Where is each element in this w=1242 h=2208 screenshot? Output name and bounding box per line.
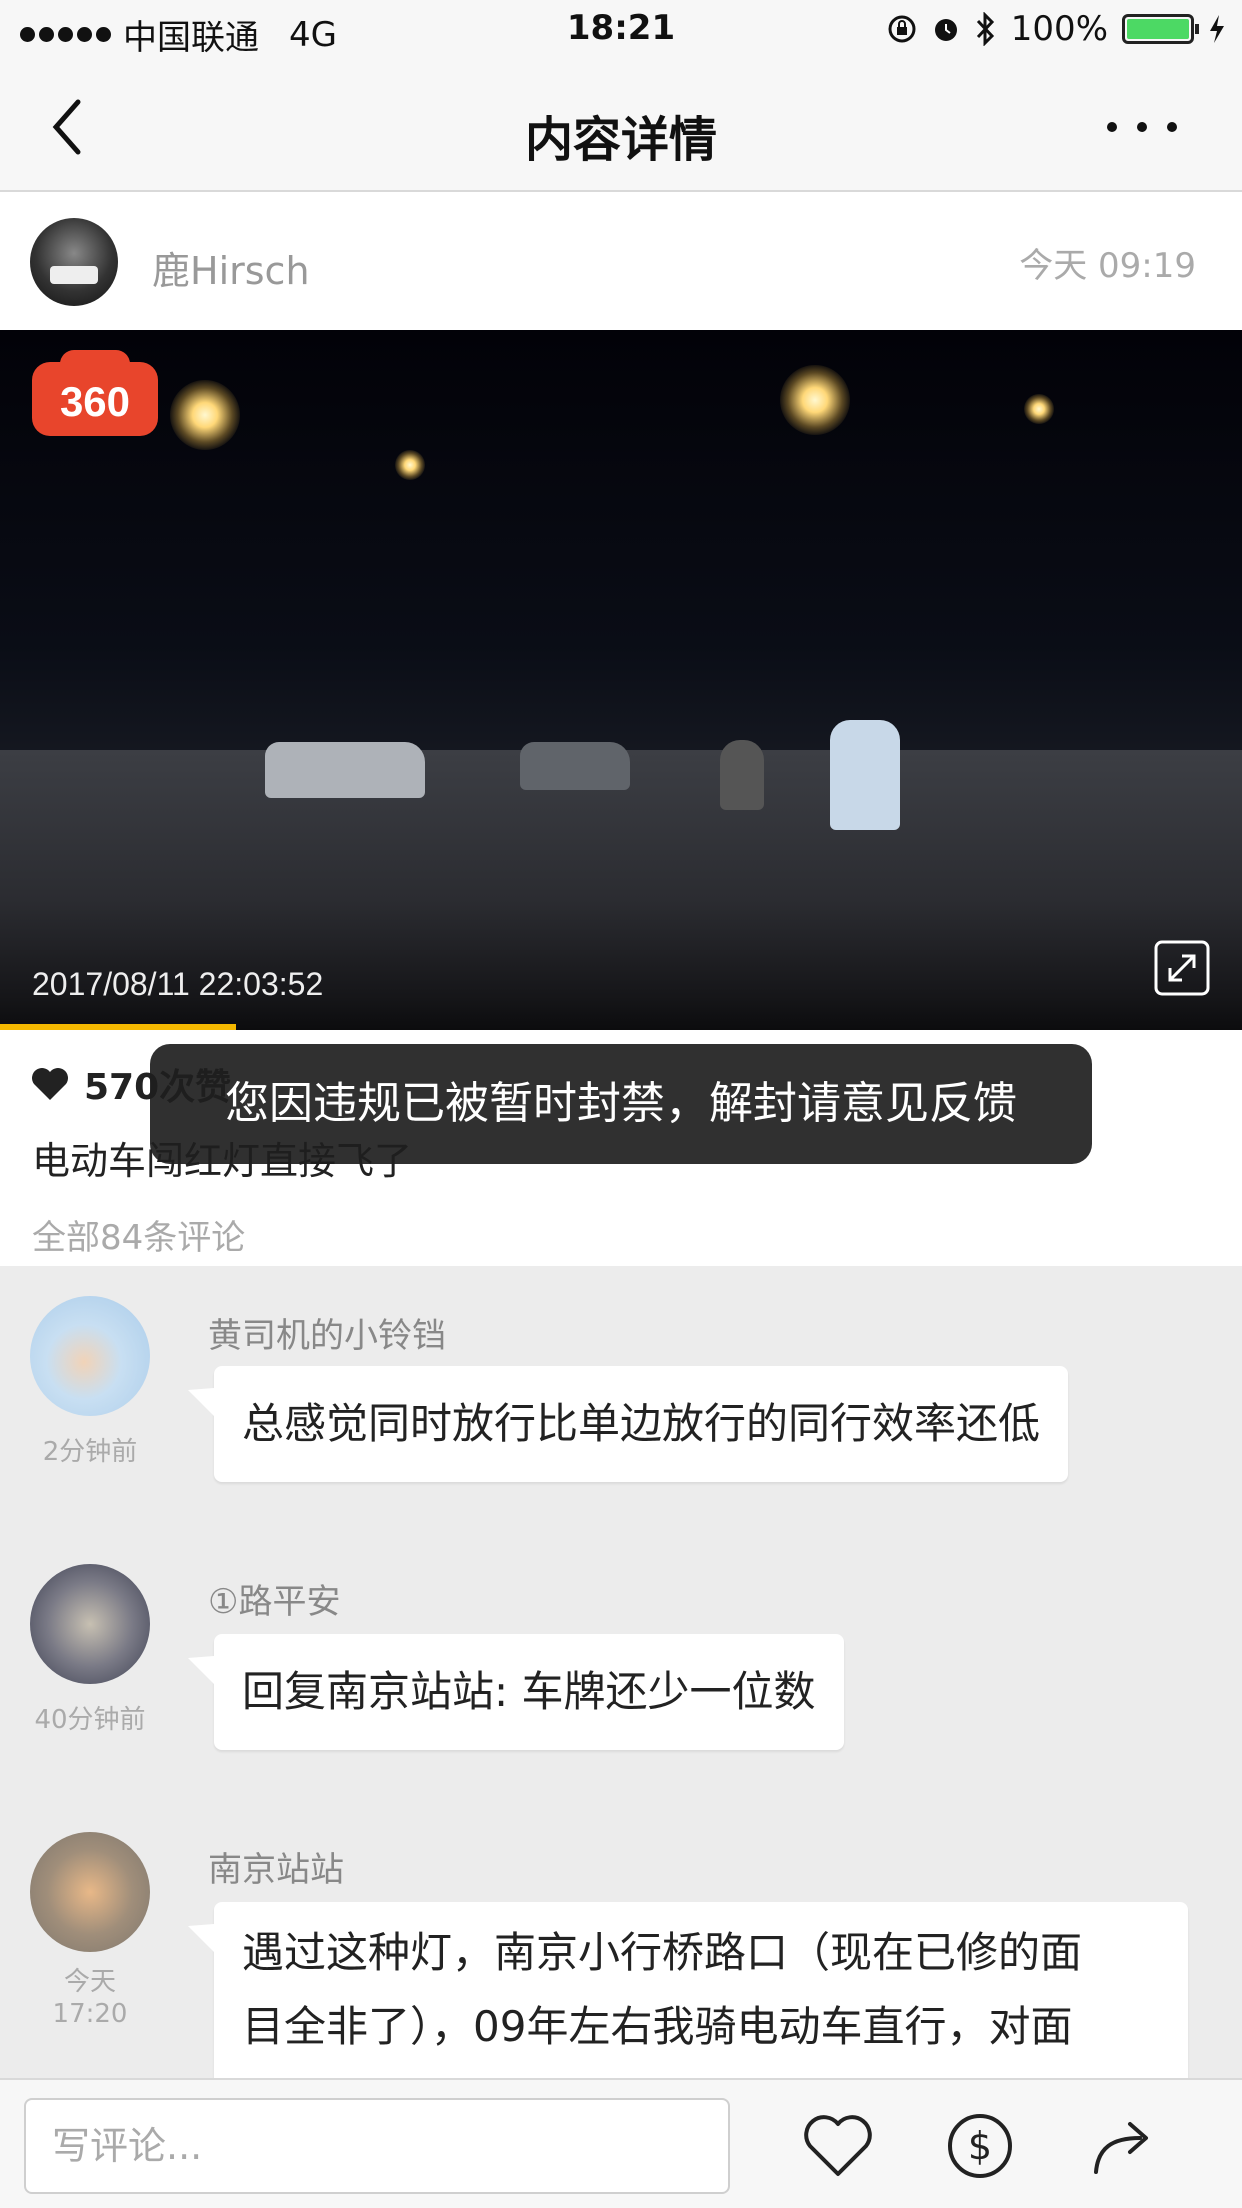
fullscreen-icon[interactable] bbox=[1154, 940, 1210, 996]
street-light bbox=[170, 380, 240, 450]
comment-time: 今天 17:20 bbox=[0, 1966, 180, 2030]
street-light bbox=[780, 365, 850, 435]
comment-text-line: 目全非了），09年左右我骑电动车直行，对面 bbox=[242, 2002, 1073, 2051]
status-bar: 中国联通 4G 18:21 100% bbox=[0, 0, 1242, 62]
dashcam-logo: 360 bbox=[32, 350, 158, 436]
commenter-avatar[interactable] bbox=[30, 1832, 150, 1952]
cyclist bbox=[720, 740, 764, 810]
comment-count: 全部84条评论 bbox=[32, 1218, 246, 1258]
author-row: 鹿Hirsch 今天 09:19 bbox=[0, 192, 1242, 330]
ban-toast: 您因违规已被暂时封禁，解封请意见反馈 bbox=[150, 1044, 1092, 1164]
comment-text[interactable]: 遇过这种灯，南京小行桥路口（现在已修的面 目全非了），09年左右我骑电动车直行，… bbox=[214, 1902, 1188, 2078]
commenter-name[interactable]: ①路平安 bbox=[208, 1574, 340, 1623]
like-heart-icon[interactable] bbox=[798, 2108, 878, 2184]
commenter-avatar[interactable] bbox=[30, 1564, 150, 1684]
charging-icon bbox=[1210, 15, 1224, 43]
share-icon[interactable] bbox=[1082, 2108, 1162, 2184]
comment-time: 2分钟前 bbox=[42, 1437, 138, 1467]
battery-icon bbox=[1122, 14, 1199, 44]
street-light bbox=[395, 450, 425, 480]
commenter-name[interactable]: 黄司机的小铃铛 bbox=[208, 1308, 446, 1357]
orientation-lock-icon bbox=[888, 15, 916, 43]
post-time: 今天 09:19 bbox=[1019, 246, 1196, 286]
comment-time: 40分钟前 bbox=[34, 1705, 146, 1735]
commenter-avatar[interactable] bbox=[30, 1296, 150, 1416]
comment-time-day: 今天 bbox=[63, 1967, 116, 1997]
video-timestamp: 2017/08/11 22:03:52 bbox=[32, 966, 324, 1002]
video-progress-bar[interactable] bbox=[0, 1024, 236, 1030]
heart-filled-icon[interactable] bbox=[30, 1066, 70, 1102]
battery-percent: 100% bbox=[1010, 9, 1108, 49]
comment-text[interactable]: 总感觉同时放行比单边放行的同行效率还低 bbox=[214, 1366, 1069, 1482]
alarm-icon bbox=[934, 19, 957, 41]
page-title: 内容详情 bbox=[524, 112, 717, 168]
comment-list: 2分钟前 黄司机的小铃铛 总感觉同时放行比单边放行的同行效率还低 40分钟前 ①… bbox=[0, 1266, 1242, 2078]
author-avatar[interactable] bbox=[30, 218, 118, 306]
bottom-action-bar: 写评论... $ bbox=[0, 2078, 1242, 2208]
reward-dollar-icon[interactable]: $ bbox=[940, 2108, 1020, 2184]
cyclist bbox=[830, 720, 900, 830]
commenter-name[interactable]: 南京站站 bbox=[208, 1842, 344, 1891]
bluetooth-icon bbox=[976, 12, 994, 46]
video-player[interactable]: 360 2017/08/11 22:03:52 bbox=[0, 330, 1242, 1030]
comment-time-clock: 17:20 bbox=[52, 1999, 128, 2029]
car bbox=[520, 742, 630, 790]
comment-text[interactable]: 回复南京站站: 车牌还少一位数 bbox=[214, 1634, 844, 1750]
comment-text-line: 遇过这种灯，南京小行桥路口（现在已修的面 bbox=[242, 1928, 1083, 1977]
comment-input[interactable]: 写评论... bbox=[24, 2098, 730, 2194]
author-name[interactable]: 鹿Hirsch bbox=[152, 240, 310, 295]
street-light bbox=[1024, 394, 1054, 424]
more-options-icon[interactable] bbox=[1102, 112, 1182, 142]
car bbox=[265, 742, 425, 798]
nav-bar: 内容详情 bbox=[0, 62, 1242, 192]
svg-text:$: $ bbox=[968, 2124, 992, 2168]
